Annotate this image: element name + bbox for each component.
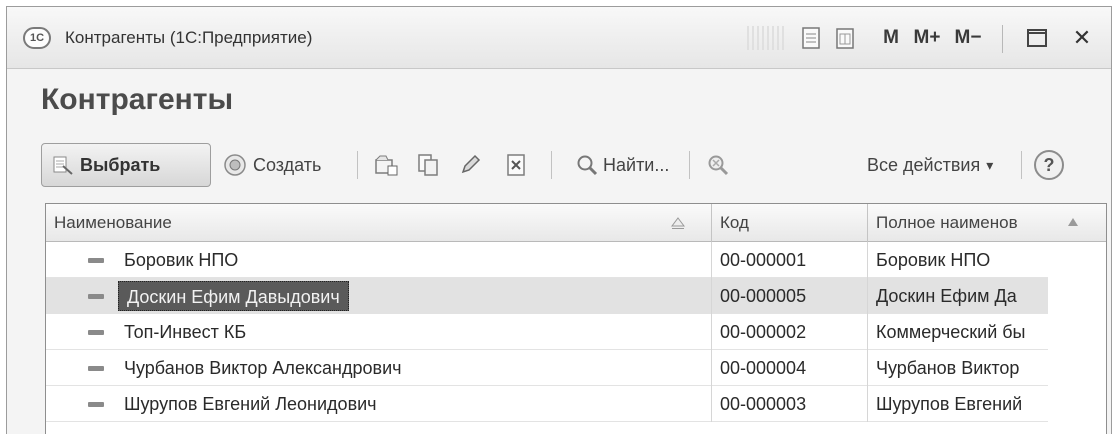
table-header: Наименование Код Полное наименов [46, 204, 1106, 242]
cell-full-name: Коммерческий бы [876, 322, 1026, 342]
cell-name: Чурбанов Виктор Александрович [46, 350, 712, 386]
row-name: Шурупов Евгений Леонидович [124, 394, 377, 414]
create-icon [224, 154, 246, 176]
create-button[interactable]: Создать [223, 143, 321, 187]
table-row[interactable]: Топ-Инвест КБ 00-000002 Коммерческий бы [46, 314, 1048, 350]
cell-full-name: Чурбанов Виктор [876, 358, 1020, 378]
cell-code: 00-000003 [712, 386, 868, 422]
toolbar-divider [551, 151, 552, 179]
memory-button[interactable]: M [879, 25, 903, 51]
column-header-full-name[interactable]: Полное наименов [868, 204, 1048, 242]
memory-minus-button[interactable]: M− [949, 25, 987, 51]
row-name: Чурбанов Виктор Александрович [124, 358, 402, 378]
row-name: Боровик НПО [124, 250, 239, 270]
item-icon [88, 294, 104, 299]
copy-icon[interactable] [413, 150, 443, 180]
title-grip [747, 26, 787, 50]
cell-name: Доскин Ефим Давыдович [46, 278, 712, 314]
item-icon [88, 258, 104, 263]
toolbar-divider [357, 151, 358, 179]
select-icon [53, 156, 73, 175]
find-button[interactable]: Найти... [575, 143, 669, 187]
table-row[interactable]: Шурупов Евгений Леонидович 00-000003 Шур… [46, 386, 1048, 422]
chevron-down-icon: ▾ [986, 156, 994, 173]
select-button-label: Выбрать [80, 154, 161, 175]
titlebar-divider [1002, 25, 1003, 53]
app-window: 1С Контрагенты (1С:Предприятие) M M+ M− … [6, 6, 1112, 434]
edit-pencil-icon[interactable] [455, 150, 485, 180]
item-icon [88, 330, 104, 335]
title-bar: 1С Контрагенты (1С:Предприятие) M M+ M− … [7, 7, 1111, 69]
toolbar-divider [689, 151, 690, 179]
item-icon [88, 402, 104, 407]
select-button[interactable]: Выбрать [41, 143, 211, 187]
row-name: Топ-Инвест КБ [124, 322, 247, 342]
cell-code: 00-000005 [712, 278, 868, 314]
memory-plus-button[interactable]: M+ [908, 25, 946, 51]
vertical-scrollbar[interactable] [1048, 242, 1106, 434]
maximize-icon[interactable] [1022, 25, 1052, 51]
page-title: Контрагенты [41, 83, 234, 116]
row-name: Доскин Ефим Давыдович [118, 281, 349, 311]
cell-code: 00-000001 [712, 242, 868, 278]
search-icon [577, 155, 598, 176]
window-title: Контрагенты (1С:Предприятие) [65, 28, 313, 47]
cell-full-name: Шурупов Евгений [876, 394, 1023, 414]
command-bar: Выбрать Создать Найти... Все действия ▾ … [41, 141, 1111, 191]
table-row[interactable]: Боровик НПО 00-000001 Боровик НПО [46, 242, 1048, 278]
app-logo-icon[interactable]: 1С [23, 27, 51, 49]
column-header-name[interactable]: Наименование [46, 204, 712, 242]
help-icon[interactable]: ? [1034, 150, 1064, 180]
all-actions-label: Все действия [867, 154, 981, 175]
delete-mark-icon[interactable] [501, 150, 531, 180]
find-button-label: Найти... [603, 154, 670, 175]
cell-name: Топ-Инвест КБ [46, 314, 712, 350]
table-row-selected[interactable]: Доскин Ефим Давыдович 00-000005 Доскин Е… [46, 278, 1048, 314]
document-icon[interactable] [797, 25, 825, 51]
toolbar-divider [1021, 151, 1022, 179]
cell-full-name: Боровик НПО [876, 250, 991, 270]
calendar-icon[interactable] [831, 25, 859, 51]
table-row[interactable]: Чурбанов Виктор Александрович 00-000004 … [46, 350, 1048, 386]
create-group-icon[interactable] [371, 150, 401, 180]
all-actions-menu[interactable]: Все действия ▾ [867, 143, 993, 187]
cell-code: 00-000004 [712, 350, 868, 386]
scroll-up-icon[interactable] [1066, 216, 1080, 228]
contractors-table: Наименование Код Полное наименов Боровик… [45, 203, 1107, 434]
cell-name: Боровик НПО [46, 242, 712, 278]
item-icon [88, 366, 104, 371]
cancel-search-icon[interactable] [703, 150, 733, 180]
cell-code: 00-000002 [712, 314, 868, 350]
sort-ascending-icon[interactable] [670, 216, 686, 230]
cell-name: Шурупов Евгений Леонидович [46, 386, 712, 422]
cell-full-name: Доскин Ефим Да [876, 286, 1017, 306]
column-header-code[interactable]: Код [712, 204, 868, 242]
create-button-label: Создать [253, 154, 322, 175]
close-icon[interactable]: ✕ [1067, 25, 1097, 51]
